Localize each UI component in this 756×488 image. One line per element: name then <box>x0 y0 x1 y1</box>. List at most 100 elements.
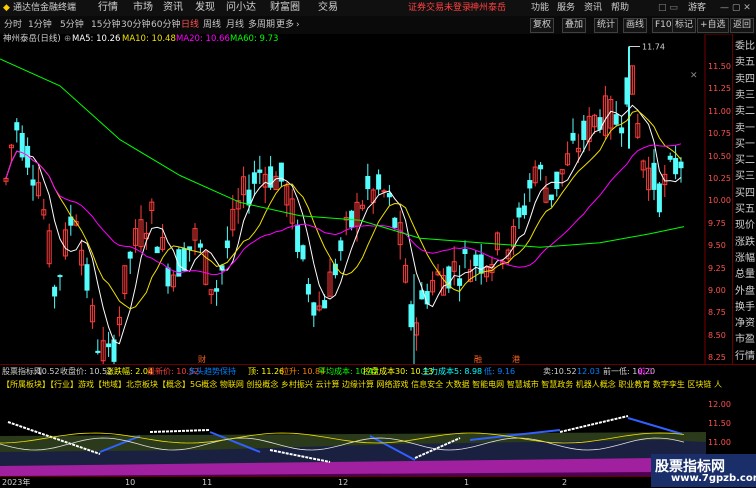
candle-body <box>106 343 112 348</box>
date-axis: 2023年101112123 <box>0 476 756 488</box>
event-mark: 融 <box>474 354 482 364</box>
candle-body <box>84 264 90 291</box>
date-tick: 2 <box>562 478 568 487</box>
chart-bg <box>0 34 706 364</box>
sidebar-label: 净资 <box>735 318 755 330</box>
menu-info[interactable]: 资讯 <box>584 0 602 16</box>
sidebar-label: 买四 <box>735 187 755 199</box>
menu-trade[interactable]: 交易 <box>318 0 338 16</box>
concept-bar: 【所属板块】【行业】游戏【地域】北京板块【概念】5G概念 物联网 创投概念 乡村… <box>0 378 756 391</box>
candle-body <box>613 114 619 125</box>
price-tick: 8.75 <box>708 308 726 318</box>
menu-wealth[interactable]: 财富圈 <box>270 0 300 16</box>
concept-text: 【所属板块】【行业】游戏【地域】北京板块【概念】5G概念 物联网 创投概念 乡村… <box>2 380 722 389</box>
stats-button[interactable]: 统计 <box>594 18 619 33</box>
candle-body <box>527 180 533 189</box>
candle-body <box>570 132 576 141</box>
candle-body <box>52 286 58 297</box>
candle-body <box>251 172 257 184</box>
title-bar: ◆ 通达信金融终端 行情 市场 资讯 发现 问小达 财富圈 交易 证券交易未登录… <box>0 0 756 17</box>
menu-discover[interactable]: 发现 <box>195 0 215 16</box>
indicator-field: 顶: 11.26 <box>248 367 285 376</box>
candle-body <box>127 251 133 259</box>
sidebar-label: 换手 <box>735 301 755 313</box>
menu-service[interactable]: 服务 <box>557 0 575 16</box>
candle-body <box>57 275 63 278</box>
window-controls-icon[interactable]: — ▢ ✕ <box>720 0 751 16</box>
price-tick: 10.25 <box>708 174 731 183</box>
overlay-button[interactable]: 叠加 <box>562 18 587 33</box>
event-mark: 财 <box>198 354 206 364</box>
tab-period-month[interactable]: 月线 <box>226 16 244 34</box>
tab-period-60min[interactable]: 60分钟 <box>151 16 180 34</box>
candle-body <box>473 254 479 267</box>
candle-body <box>678 161 684 169</box>
menu-market[interactable]: 行情 <box>98 0 118 16</box>
candle-body <box>311 302 317 316</box>
candle-body <box>408 304 414 328</box>
tab-period-15min[interactable]: 15分钟 <box>91 16 120 34</box>
candle-body <box>305 284 311 295</box>
sidebar-label: 涨跌 <box>735 236 755 248</box>
draw-button[interactable]: 画线 <box>623 18 648 33</box>
candle-body <box>30 179 36 186</box>
menu-help[interactable]: 帮助 <box>611 0 629 16</box>
price-axis: 11.50 11.25 11.00 10.75 10.50 10.25 10.00 9.75 9… <box>706 34 732 385</box>
tab-period-more[interactable]: 更多 <box>276 16 294 34</box>
candle-body <box>619 127 625 134</box>
tab-period-1min[interactable]: 1分钟 <box>28 16 52 34</box>
indicator-field: 前二 <box>638 367 654 376</box>
sidebar-label: 行情 <box>735 350 755 362</box>
candle-body <box>197 243 203 248</box>
candle-body <box>300 245 306 260</box>
candle-body <box>516 207 522 218</box>
menu-guest[interactable]: 游客 <box>688 0 706 16</box>
tab-period-30min[interactable]: 30分钟 <box>121 16 150 34</box>
ma10-value: MA10: 10.48 <box>122 34 176 44</box>
price-tick: 10.75 <box>708 129 731 139</box>
sidebar-label: 涨幅 <box>735 252 755 264</box>
candle-body <box>521 205 527 216</box>
back-button[interactable]: 返回 <box>730 18 755 33</box>
sidebar-label: 卖五 <box>735 57 755 69</box>
price-tick: 10.00 <box>708 196 731 206</box>
price-tick: 11.50 <box>708 62 731 71</box>
candle-body <box>154 246 160 254</box>
adjust-button[interactable]: 复权 <box>530 18 555 33</box>
sub-price-tick: 12.00 <box>708 400 731 409</box>
sidebar-label: 卖一 <box>735 122 755 134</box>
quote-sidebar: 委比 卖五 卖四 卖三 卖二 卖一 买一 买二 买三 买四 买五 现价 涨跌 涨幅 总量 外盘 换手 净资 市盈 行情 <box>732 34 756 374</box>
price-tick: 9.50 <box>708 241 726 251</box>
add-watchlist-button[interactable]: +自选 <box>697 18 729 33</box>
menu-board[interactable]: 市场 <box>133 0 153 16</box>
tab-period-multi[interactable]: 多周期 <box>248 16 275 34</box>
price-tick: 9.00 <box>708 286 726 295</box>
tab-period-intraday[interactable]: 分时 <box>4 16 22 34</box>
tab-period-5min[interactable]: 5分钟 <box>60 16 84 34</box>
candle-body <box>224 240 230 249</box>
candle-body <box>246 189 252 206</box>
tab-period-week[interactable]: 周线 <box>203 16 221 34</box>
sidebar-label: 卖二 <box>735 106 755 118</box>
date-tick: 1 <box>464 478 470 487</box>
expand-icon[interactable]: ⊕ <box>64 34 71 45</box>
tab-period-day[interactable]: 日线 <box>181 16 199 34</box>
mark-button[interactable]: 标记 <box>672 18 697 33</box>
menu-function[interactable]: 功能 <box>531 0 549 16</box>
more-chevron-icon[interactable]: › <box>296 16 300 34</box>
window-icons[interactable]: □ ▭ <box>658 0 678 16</box>
indicator-field: :10.52 <box>34 367 60 376</box>
sidebar-label: 委比 <box>735 41 755 52</box>
indicator-chart[interactable] <box>0 392 706 476</box>
candle-body <box>257 169 263 173</box>
menu-news[interactable]: 资讯 <box>163 0 183 16</box>
menu-ask[interactable]: 问小达 <box>226 0 256 16</box>
candle-body <box>673 157 679 175</box>
candle-body <box>651 162 657 190</box>
price-tick: 11.00 <box>708 106 731 116</box>
title-stock: 神州泰岳 <box>470 3 507 13</box>
candle-body <box>365 175 371 190</box>
candle-body <box>667 155 673 160</box>
login-notice[interactable]: 证券交易未登录 <box>408 0 471 16</box>
candlestick-chart[interactable]: 11.747.83财融港✕ <box>0 34 706 364</box>
